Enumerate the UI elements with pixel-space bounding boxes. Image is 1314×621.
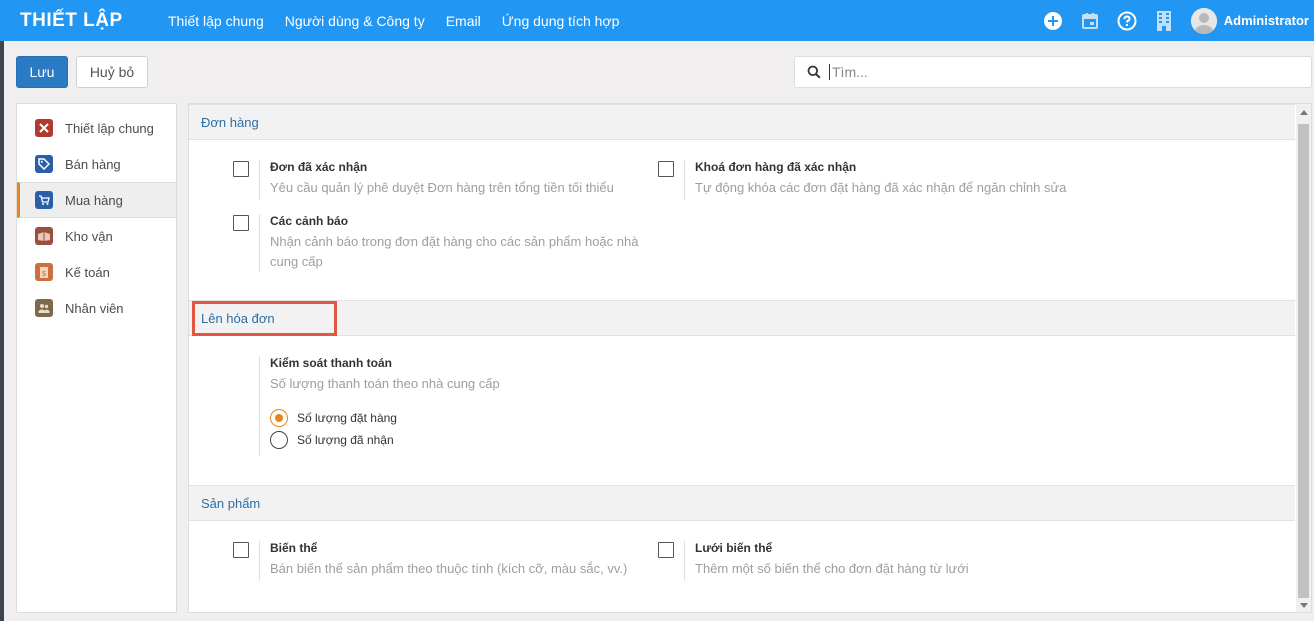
sidebar-item-general-settings[interactable]: Thiết lập chung (17, 110, 176, 146)
app-title[interactable]: THIẾT LẬP (20, 10, 168, 32)
section-title: Sản phẩm (201, 495, 261, 511)
radio-received-qty[interactable]: Số lượng đã nhận (270, 429, 659, 451)
setting-description: Tự động khóa các đơn đặt hàng đã xác nhậ… (695, 180, 1067, 195)
settings-sidebar: Thiết lập chung Bán hàng Mua hàng Kho vậ… (16, 103, 177, 613)
radio-button[interactable] (270, 431, 288, 449)
sidebar-item-label: Kế toán (65, 264, 110, 280)
calendar-icon[interactable] (1080, 11, 1100, 31)
section-header-orders: Đơn hàng (189, 104, 1295, 140)
sidebar-item-purchase[interactable]: Mua hàng (17, 182, 176, 218)
plus-circle-icon[interactable] (1043, 11, 1063, 31)
radio-group: Số lượng đặt hàng Số lượng đã nhận (270, 407, 659, 451)
radio-ordered-qty[interactable]: Số lượng đặt hàng (270, 407, 659, 429)
description-line: cung cấp (270, 254, 323, 269)
avatar (1190, 7, 1217, 34)
main-menu: Thiết lập chung Người dùng & Công ty Ema… (168, 13, 640, 29)
left-edge (0, 41, 4, 621)
setting-description: Số lượng thanh toán theo nhà cung cấp (270, 376, 500, 391)
setting-variants: Biến thể Bán biến thể sản phẩm theo thuộ… (259, 541, 659, 581)
sidebar-item-label: Mua hàng (65, 192, 123, 208)
tag-icon (35, 155, 53, 173)
setting-bill-control: Kiểm soát thanh toán Số lượng thanh toán… (259, 356, 659, 456)
sidebar-item-label: Thiết lập chung (65, 120, 154, 136)
sidebar-item-employees[interactable]: Nhân viên (17, 290, 176, 326)
lock-orders-checkbox[interactable] (658, 161, 674, 177)
help-icon[interactable] (1117, 11, 1137, 31)
setting-variant-grid: Lưới biến thể Thêm một số biến thể cho đ… (684, 541, 1084, 581)
setting-title: Kiểm soát thanh toán (270, 356, 393, 370)
svg-text:$: $ (41, 269, 46, 278)
setting-confirmed-orders: Đơn đã xác nhận Yêu cầu quản lý phê duyệ… (259, 160, 659, 200)
section-header-invoicing: Lên hóa đơn (189, 300, 1295, 336)
radio-button[interactable] (270, 409, 288, 427)
cancel-button[interactable]: Huỷ bỏ (76, 56, 148, 88)
cart-icon (35, 191, 53, 209)
menu-general-settings[interactable]: Thiết lập chung (168, 13, 264, 29)
warnings-checkbox[interactable] (233, 215, 249, 231)
setting-lock-orders: Khoá đơn hàng đã xác nhận Tự động khóa c… (684, 160, 1104, 200)
scroll-up-arrow-icon[interactable] (1296, 104, 1311, 120)
top-navbar: THIẾT LẬP Thiết lập chung Người dùng & C… (0, 0, 1314, 41)
settings-panel: Đơn hàng Đơn đã xác nhận Yêu cầu quản lý… (188, 103, 1312, 613)
user-name: Administrator (1223, 13, 1309, 28)
setting-warnings: Các cảnh báo Nhận cảnh báo trong đơn đặt… (259, 214, 659, 272)
menu-email[interactable]: Email (446, 13, 481, 29)
menu-users-companies[interactable]: Người dùng & Công ty (285, 13, 425, 29)
sidebar-item-label: Bán hàng (65, 156, 121, 172)
systray: Administrator (1043, 0, 1314, 41)
building-icon[interactable] (1154, 10, 1174, 31)
confirmed-orders-checkbox[interactable] (233, 161, 249, 177)
radio-label: Số lượng đã nhận (297, 433, 394, 447)
search-icon (807, 65, 821, 79)
description-line: Nhận cảnh báo trong đơn đặt hàng cho các… (270, 234, 639, 249)
people-icon (35, 299, 53, 317)
menu-integrations[interactable]: Ứng dụng tích hợp (502, 13, 620, 29)
variants-checkbox[interactable] (233, 542, 249, 558)
variant-grid-checkbox[interactable] (658, 542, 674, 558)
sidebar-item-accounting[interactable]: $ Kế toán (17, 254, 176, 290)
save-button[interactable]: Lưu (16, 56, 68, 88)
invoice-icon: $ (35, 263, 53, 281)
annotation-highlight-box (192, 301, 337, 336)
tools-icon (35, 119, 53, 137)
sidebar-item-inventory[interactable]: Kho vận (17, 218, 176, 254)
setting-title: Lưới biến thể (695, 541, 773, 555)
user-menu[interactable]: Administrator (1190, 7, 1309, 34)
radio-label: Số lượng đặt hàng (297, 411, 397, 425)
search-input[interactable] (829, 64, 1279, 80)
sidebar-item-label: Nhân viên (65, 300, 124, 316)
section-title: Đơn hàng (201, 114, 259, 130)
sidebar-item-label: Kho vận (65, 228, 113, 244)
setting-title: Biến thể (270, 541, 318, 555)
section-header-products: Sản phẩm (189, 485, 1295, 521)
setting-description: Yêu cầu quản lý phê duyệt Đơn hàng trên … (270, 180, 614, 195)
setting-title: Đơn đã xác nhận (270, 160, 368, 174)
boxes-icon (35, 227, 53, 245)
scroll-down-arrow-icon[interactable] (1296, 598, 1311, 612)
search-bar (794, 56, 1312, 88)
setting-description: Bán biến thể sản phẩm theo thuộc tính (k… (270, 561, 628, 576)
setting-title: Các cảnh báo (270, 214, 349, 228)
setting-description: Thêm một số biến thể cho đơn đặt hàng từ… (695, 561, 969, 576)
setting-description: Nhận cảnh báo trong đơn đặt hàng cho các… (270, 232, 659, 272)
vertical-scrollbar[interactable] (1296, 104, 1311, 612)
sidebar-item-sales[interactable]: Bán hàng (17, 146, 176, 182)
setting-title: Khoá đơn hàng đã xác nhận (695, 160, 857, 174)
scrollbar-thumb[interactable] (1298, 124, 1309, 598)
